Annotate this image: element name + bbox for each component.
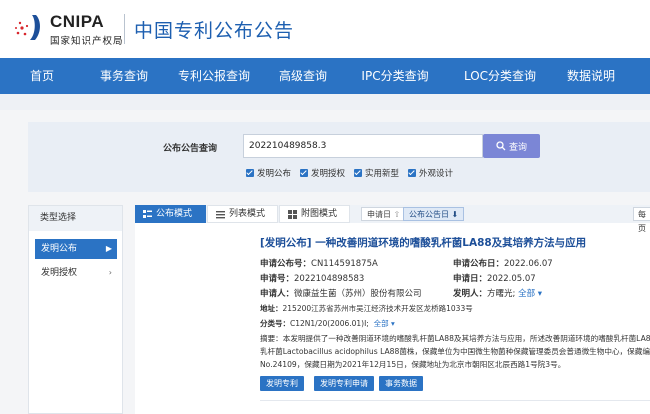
sidebar-header: 类型选择 bbox=[29, 206, 122, 231]
nav-item-gazette[interactable]: 专利公报查询 bbox=[164, 58, 264, 94]
sort-down-arrow-icon: ⬇ bbox=[451, 210, 459, 219]
list-icon bbox=[216, 210, 225, 218]
tab-figure-mode[interactable]: 附图模式 bbox=[279, 205, 350, 223]
record-divider bbox=[260, 400, 650, 401]
record-inventor: 发明人：方曙光; 全部 ▾ bbox=[453, 289, 543, 299]
checkbox-utility-model[interactable]: 实用新型 bbox=[354, 167, 399, 179]
logo-cn-text: 国家知识产权局 bbox=[50, 36, 124, 47]
search-input[interactable]: 202210489858.3 bbox=[243, 134, 483, 158]
site-header: CNIPA 国家知识产权局 中国专利公布公告 bbox=[0, 0, 650, 58]
nav-subbar bbox=[0, 94, 650, 110]
abstract-line: 乳杆菌Lactobacillus acidophilus LA88菌株，保藏单位… bbox=[260, 347, 650, 356]
affairs-data-button[interactable]: 事务数据 bbox=[379, 376, 423, 391]
tab-publication-mode[interactable]: 公布模式 bbox=[135, 205, 206, 223]
invention-application-button[interactable]: 发明专利申请 bbox=[314, 376, 374, 391]
grid-icon bbox=[288, 209, 297, 219]
record-pub-no: 申请公布号：CN114591875A bbox=[260, 259, 378, 269]
abstract-line: 摘要：本发明提供了一种改善阴道环境的嗜酸乳杆菌LA88及其培养方法与应用，所述改… bbox=[260, 334, 650, 343]
logo-divider bbox=[124, 14, 125, 44]
sidebar-item-invention-pub[interactable]: 发明公布 ▶ bbox=[35, 239, 117, 259]
invention-patent-button[interactable]: 发明专利 bbox=[260, 376, 304, 391]
record-title[interactable]: [发明公布] 一种改善阴道环境的嗜酸乳杆菌LA88及其培养方法与应用 bbox=[260, 237, 650, 250]
nav-item-ipc[interactable]: IPC分类查询 bbox=[342, 58, 448, 94]
record-app-date: 申请日：2022.05.07 bbox=[453, 274, 536, 284]
checkbox-invention-pub[interactable]: 发明公布 bbox=[246, 167, 291, 179]
sort-arrow-icon: ⇧ bbox=[393, 210, 401, 219]
inventor-show-all-link[interactable]: 全部 ▾ bbox=[518, 289, 542, 299]
checkbox-checked-icon bbox=[408, 169, 417, 177]
class-show-all-link[interactable]: 全部 ▾ bbox=[371, 319, 395, 328]
search-button[interactable]: 查询 bbox=[483, 134, 540, 158]
checkbox-checked-icon bbox=[354, 169, 363, 177]
search-label: 公布公告查询 bbox=[163, 144, 218, 154]
abstract-line: No.24109，保藏日期为2021年12月15日，保藏地址为北京市朝阳区北辰西… bbox=[260, 360, 566, 369]
nav-item-advanced[interactable]: 高级查询 bbox=[264, 58, 342, 94]
results-panel: 公布模式 列表模式 附图模式 申请日 ⇧ 公布公告日 ⬇ 每页 [发明公布] 一… bbox=[135, 205, 650, 414]
logo-en-text: CNIPA bbox=[50, 12, 105, 31]
cnipa-logo-icon[interactable] bbox=[12, 12, 48, 42]
per-page-select[interactable]: 每页 bbox=[633, 207, 650, 233]
site-title: 中国专利公布公告 bbox=[134, 20, 295, 42]
checkbox-design[interactable]: 外观设计 bbox=[408, 167, 453, 179]
main-nav: 首页 事务查询 专利公报查询 高级查询 IPC分类查询 LOC分类查询 数据说明 bbox=[0, 58, 650, 94]
type-sidebar: 类型选择 发明公布 ▶ 发明授权 › bbox=[28, 205, 123, 414]
list-detail-icon bbox=[143, 209, 152, 218]
record-abstract: 摘要：本发明提供了一种改善阴道环境的嗜酸乳杆菌LA88及其培养方法与应用，所述改… bbox=[260, 332, 650, 371]
checkbox-checked-icon bbox=[300, 169, 309, 177]
nav-item-home[interactable]: 首页 bbox=[0, 58, 84, 94]
sort-apply-date-button[interactable]: 申请日 ⇧ bbox=[361, 207, 407, 221]
search-button-label: 查询 bbox=[508, 142, 527, 153]
record-applicant: 申请人：微康益生菌（苏州）股份有限公司 bbox=[260, 289, 422, 299]
record-address: 地址：215200江苏省苏州市吴江经济技术开发区龙桥路1033号 bbox=[260, 304, 473, 313]
tab-list-mode[interactable]: 列表模式 bbox=[207, 205, 278, 223]
type-checkboxes: 发明公布 发明授权 实用新型 外观设计 bbox=[246, 167, 453, 179]
checkbox-checked-icon bbox=[246, 169, 254, 177]
chevron-right-icon: › bbox=[108, 268, 112, 277]
record-app-no: 申请号：2022104898583 bbox=[260, 274, 365, 284]
nav-item-data-notes[interactable]: 数据说明 bbox=[552, 58, 630, 94]
record-class: 分类号：C12N1/20(2006.01)I; 全部 ▾ bbox=[260, 319, 395, 328]
checkbox-invention-grant[interactable]: 发明授权 bbox=[300, 167, 345, 179]
result-record: [发明公布] 一种改善阴道环境的嗜酸乳杆菌LA88及其培养方法与应用 申请公布号… bbox=[260, 237, 650, 401]
view-tabbar: 公布模式 列表模式 附图模式 申请日 ⇧ 公布公告日 ⬇ 每页 bbox=[135, 205, 650, 233]
search-icon bbox=[496, 141, 506, 151]
sidebar-item-invention-grant[interactable]: 发明授权 › bbox=[35, 263, 117, 283]
record-pub-date: 申请公布日：2022.06.07 bbox=[453, 259, 553, 269]
nav-item-affairs[interactable]: 事务查询 bbox=[84, 58, 164, 94]
sort-pub-date-button[interactable]: 公布公告日 ⬇ bbox=[403, 207, 465, 221]
chevron-right-icon: ▶ bbox=[105, 244, 112, 253]
nav-item-loc[interactable]: LOC分类查询 bbox=[448, 58, 552, 94]
